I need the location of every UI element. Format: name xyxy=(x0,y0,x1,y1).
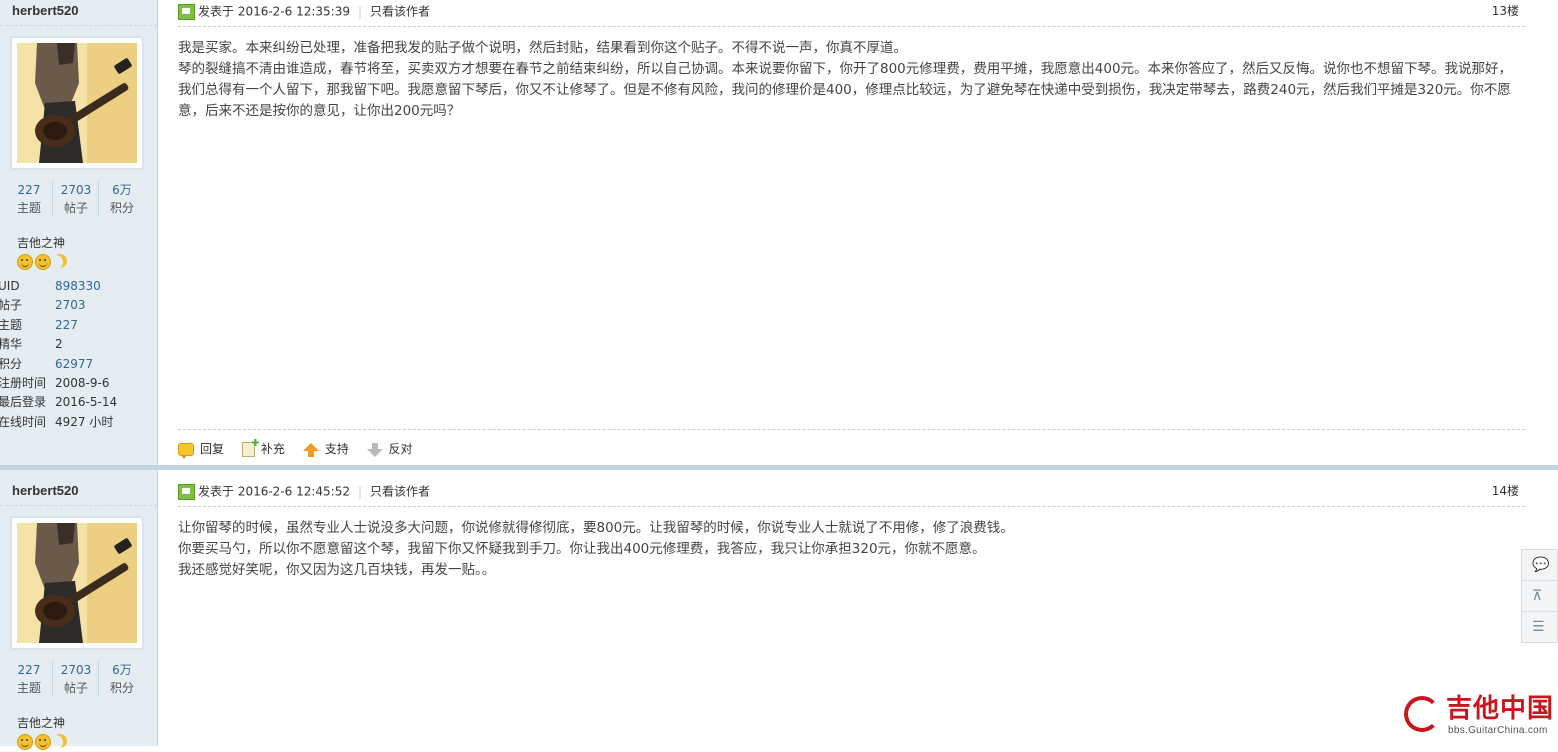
moon-medal-icon xyxy=(50,731,69,750)
back-to-top-button[interactable]: ⊼ xyxy=(1521,580,1558,611)
sun-medal-icon xyxy=(17,254,33,270)
view-author-only-link[interactable]: 只看该作者 xyxy=(370,5,430,19)
post-meta: 发表于 2016-2-6 12:35:39 | 只看该作者 13楼 xyxy=(178,3,1525,21)
post-paragraph: 琴的裂缝搞不清由谁造成，春节将至，买卖双方才想要在春节之前结束纠纷，所以自己协调… xyxy=(178,61,1513,119)
supplement-icon xyxy=(241,442,255,457)
comment-icon: 💬 xyxy=(1532,557,1550,573)
post-meta: 发表于 2016-2-6 12:45:52 | 只看该作者 14楼 xyxy=(178,483,1525,501)
online-status-icon xyxy=(178,483,195,500)
stat-credits[interactable]: 6万 积分 xyxy=(98,661,145,697)
stat-credits[interactable]: 6万 积分 xyxy=(98,181,145,217)
post-paragraph: 我还感觉好笑呢，你又因为这几百块钱，再发一贴。。 xyxy=(178,562,496,578)
logo-name: 吉他中国 xyxy=(1446,694,1555,724)
sun-medal-icon xyxy=(35,254,51,270)
post-date: 发表于 2016-2-6 12:45:52 xyxy=(198,484,350,499)
oppose-button[interactable]: 反对 xyxy=(366,440,413,457)
actions-divider xyxy=(178,429,1525,430)
user-group: 吉他之神 xyxy=(17,716,66,730)
floor-number[interactable]: 14楼 xyxy=(1492,483,1519,499)
stat-threads-num: 227 xyxy=(17,183,41,197)
moon-medal-icon xyxy=(50,251,69,270)
author-username[interactable]: herbert520 xyxy=(12,3,78,18)
avatar[interactable] xyxy=(17,523,137,643)
author-stats: 227 主题 2703 帖子 6万 积分 xyxy=(6,181,144,219)
reply-button[interactable]: 回复 xyxy=(178,440,224,459)
stat-posts[interactable]: 2703 帖子 xyxy=(52,181,99,217)
floor-number[interactable]: 13楼 xyxy=(1492,3,1519,19)
back-to-top-icon: ⊼ xyxy=(1532,588,1543,604)
sun-medal-icon xyxy=(35,734,51,750)
post-paragraph: 你要买马勺，所以你不愿意留这个琴，我留下你又怀疑我到手刀。你让我出400元修理费… xyxy=(178,541,986,557)
post-14: herbert520 227 主题 2703 帖子 6万 积分 吉他之神 发表于… xyxy=(0,470,1558,750)
post-content: 发表于 2016-2-6 12:35:39 | 只看该作者 13楼 我是买家。本来纠… xyxy=(178,0,1525,465)
author-username[interactable]: herbert520 xyxy=(12,483,78,498)
post-paragraph: 我是买家。本来纠纷已处理，准备把我发的贴子做个说明，然后封贴，结果看到你这个贴子… xyxy=(178,40,907,56)
post-actions: 回复 补充 支持 反对 xyxy=(178,440,427,460)
online-status-icon xyxy=(178,3,195,20)
post-content: 发表于 2016-2-6 12:45:52 | 只看该作者 14楼 让你留琴的时候，… xyxy=(178,470,1525,746)
stat-credits-num: 6万 xyxy=(112,183,132,197)
thumbs-up-arrow-icon xyxy=(302,442,319,457)
list-icon: ☰ xyxy=(1532,619,1545,635)
sidebar-divider xyxy=(0,25,157,26)
stat-credits-label: 积分 xyxy=(109,201,134,215)
author-sidebar: herbert520 227 主题 xyxy=(0,0,158,465)
view-author-only-link[interactable]: 只看该作者 xyxy=(370,485,430,499)
stat-posts-num: 2703 xyxy=(60,663,92,677)
support-button[interactable]: 支持 xyxy=(302,440,349,457)
stat-threads-label: 主题 xyxy=(16,201,41,215)
stat-posts-num: 2703 xyxy=(60,183,92,197)
stat-threads-label: 主题 xyxy=(16,681,41,695)
user-medals xyxy=(17,254,67,272)
floating-toolbar: 💬 ⊼ ☰ xyxy=(1521,549,1558,643)
stat-posts[interactable]: 2703 帖子 xyxy=(52,661,99,697)
stat-posts-label: 帖子 xyxy=(63,201,88,215)
thumbs-down-arrow-icon xyxy=(366,442,383,457)
quick-reply-button[interactable]: 💬 xyxy=(1521,549,1558,580)
sun-medal-icon xyxy=(17,734,33,750)
stat-posts-label: 帖子 xyxy=(63,681,88,695)
avatar-frame xyxy=(11,37,143,169)
user-group: 吉他之神 xyxy=(17,236,66,250)
sidebar-divider xyxy=(0,505,157,506)
stat-credits-num: 6万 xyxy=(112,663,132,677)
user-medals xyxy=(17,734,67,752)
meta-divider xyxy=(178,506,1525,507)
meta-separator: | xyxy=(358,484,363,499)
supplement-button[interactable]: 补充 xyxy=(241,440,285,457)
meta-divider xyxy=(178,26,1525,27)
meta-separator: | xyxy=(358,4,363,19)
post-paragraph: 让你留琴的时候，虽然专业人士说没多大问题，你说修就得修彻底，要800元。让我留琴… xyxy=(178,520,1014,536)
stat-threads[interactable]: 227 主题 xyxy=(6,661,52,697)
reply-icon xyxy=(178,443,194,459)
author-sidebar: herbert520 227 主题 xyxy=(0,470,158,750)
stat-credits-label: 积分 xyxy=(109,681,134,695)
author-stats: 227 主题 2703 帖子 6万 积分 xyxy=(6,661,144,699)
guitar-logo-icon xyxy=(1404,696,1440,732)
post-date: 发表于 2016-2-6 12:35:39 xyxy=(198,4,350,19)
return-to-list-button[interactable]: ☰ xyxy=(1521,611,1558,643)
logo-domain: bbs.GuitarChina.com xyxy=(1448,725,1548,736)
stat-threads[interactable]: 227 主题 xyxy=(6,181,52,217)
post-body: 让你留琴的时候，虽然专业人士说没多大问题，你说修就得修彻底，要800元。让我留琴… xyxy=(178,518,1520,581)
post-body: 我是买家。本来纠纷已处理，准备把我发的贴子做个说明，然后封贴，结果看到你这个贴子… xyxy=(178,38,1520,122)
site-logo-watermark: 吉他中国 bbs.GuitarChina.com xyxy=(1404,694,1554,740)
post-13: herbert520 227 主题 2703 帖子 6万 积分 吉他之神 UID… xyxy=(0,0,1558,465)
avatar[interactable] xyxy=(17,43,137,163)
stat-threads-num: 227 xyxy=(17,663,41,677)
avatar-frame xyxy=(11,517,143,649)
